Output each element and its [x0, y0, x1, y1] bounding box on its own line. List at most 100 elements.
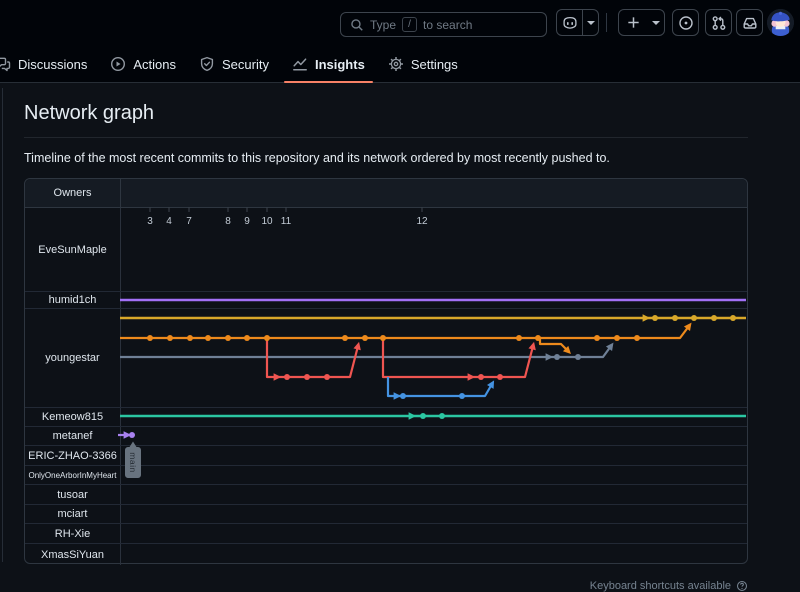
header-separator	[606, 13, 607, 32]
pull-requests-button[interactable]	[705, 9, 732, 36]
keyboard-shortcuts-label: Keyboard shortcuts available	[590, 580, 731, 592]
comment-discussion-icon	[0, 56, 11, 72]
search-input[interactable]: Type / to search	[340, 12, 547, 37]
commit-dot[interactable]	[652, 315, 658, 321]
owner-label[interactable]: RH-Xie	[25, 524, 121, 543]
title-divider	[24, 137, 748, 138]
commit-dot[interactable]	[554, 354, 560, 360]
commit-dot[interactable]	[634, 335, 640, 341]
owner-label[interactable]: OnlyOneArborInMyHeart	[25, 466, 121, 484]
owner-label[interactable]: humid1ch	[25, 292, 121, 308]
search-placeholder-prefix: Type	[370, 18, 396, 32]
tab-discussions[interactable]: Discussions	[0, 46, 87, 83]
play-icon	[110, 56, 126, 72]
commit-dot[interactable]	[614, 335, 620, 341]
avatar[interactable]	[767, 9, 794, 36]
search-icon	[350, 18, 364, 32]
commit-dot[interactable]	[225, 335, 231, 341]
owner-label[interactable]: XmasSiYuan	[25, 544, 121, 565]
commit-dot[interactable]	[244, 335, 250, 341]
table-header-row: Owners	[25, 179, 747, 208]
graph-icon	[292, 56, 308, 72]
commit-dot[interactable]	[711, 315, 717, 321]
tab-label: Actions	[133, 57, 176, 72]
copilot-dropdown[interactable]	[583, 10, 598, 35]
owner-label[interactable]: Kemeow815	[25, 408, 121, 426]
commit-dot[interactable]	[187, 335, 193, 341]
git-pull-request-icon	[711, 15, 727, 31]
issues-button[interactable]	[672, 9, 699, 36]
commit-dot[interactable]	[420, 413, 426, 419]
plus-icon	[619, 10, 647, 35]
shield-icon	[199, 56, 215, 72]
commit-dot[interactable]	[439, 413, 445, 419]
commit-dot[interactable]	[400, 393, 406, 399]
slash-key-icon: /	[402, 17, 417, 32]
commit-dot[interactable]	[342, 335, 348, 341]
commit-dot[interactable]	[516, 335, 522, 341]
inbox-button[interactable]	[736, 9, 763, 36]
commit-dot[interactable]	[380, 335, 386, 341]
commit-dot[interactable]	[478, 374, 484, 380]
owner-row: EveSunMaple	[25, 208, 747, 292]
tab-insights[interactable]: Insights	[292, 46, 365, 83]
tab-settings[interactable]: Settings	[388, 46, 458, 83]
commit-dot[interactable]	[167, 335, 173, 341]
owner-row: mciart	[25, 505, 747, 524]
commit-dot[interactable]	[691, 315, 697, 321]
owner-row: Kemeow815	[25, 408, 747, 427]
commit-dot[interactable]	[362, 335, 368, 341]
chevron-down-icon	[587, 21, 595, 25]
commit-dot[interactable]	[497, 374, 503, 380]
owner-rows: EveSunMaplehumid1chyoungestarKemeow815me…	[25, 208, 747, 565]
inbox-icon	[742, 15, 758, 31]
copilot-button[interactable]	[556, 9, 599, 36]
owners-header-cell: Owners	[25, 179, 121, 207]
tab-label: Insights	[315, 57, 365, 72]
owner-row: ERIC-ZHAO-3366	[25, 446, 747, 466]
owner-row: humid1ch	[25, 292, 747, 309]
issue-opened-icon	[678, 15, 694, 31]
commit-dot[interactable]	[459, 393, 465, 399]
tab-security[interactable]: Security	[199, 46, 269, 83]
content-left-border	[2, 88, 3, 562]
commit-dot[interactable]	[730, 315, 736, 321]
owner-label[interactable]: EveSunMaple	[25, 208, 121, 291]
keyboard-shortcuts-hint[interactable]: Keyboard shortcuts available	[590, 580, 748, 592]
owner-row: XmasSiYuan	[25, 544, 747, 565]
commit-dot[interactable]	[205, 335, 211, 341]
owner-row: tusoar	[25, 485, 747, 505]
page-title: Network graph	[24, 102, 154, 125]
owner-row: youngestar	[25, 309, 747, 408]
commit-dot[interactable]	[284, 374, 290, 380]
search-placeholder-suffix: to search	[423, 18, 472, 32]
owner-row: OnlyOneArborInMyHeart	[25, 466, 747, 485]
commit-dot[interactable]	[324, 374, 330, 380]
owner-row: RH-Xie	[25, 524, 747, 544]
owner-label[interactable]: ERIC-ZHAO-3366	[25, 446, 121, 465]
commit-dot[interactable]	[129, 432, 135, 438]
owner-label[interactable]: tusoar	[25, 485, 121, 504]
tab-label: Settings	[411, 57, 458, 72]
owner-label[interactable]: mciart	[25, 505, 121, 523]
question-circle-icon	[736, 580, 748, 592]
create-new-button[interactable]	[618, 9, 665, 36]
tab-label: Security	[222, 57, 269, 72]
page-description: Timeline of the most recent commits to t…	[24, 151, 610, 165]
tab-label: Discussions	[18, 57, 87, 72]
commit-dot[interactable]	[575, 354, 581, 360]
create-new-dropdown[interactable]	[647, 10, 664, 35]
commit-dot[interactable]	[594, 335, 600, 341]
tab-actions[interactable]: Actions	[110, 46, 176, 83]
owner-label[interactable]: metanef	[25, 427, 121, 445]
chevron-down-icon	[652, 21, 660, 25]
copilot-icon	[557, 10, 582, 35]
commit-dot[interactable]	[672, 315, 678, 321]
commit-dot[interactable]	[304, 374, 310, 380]
owner-label[interactable]: youngestar	[25, 309, 121, 407]
commit-dot[interactable]	[147, 335, 153, 341]
repo-nav: Discussions Actions Security Insights Settin…	[0, 45, 800, 83]
commit-dot[interactable]	[535, 335, 541, 341]
commit-dot[interactable]	[264, 335, 270, 341]
gear-icon	[388, 56, 404, 72]
